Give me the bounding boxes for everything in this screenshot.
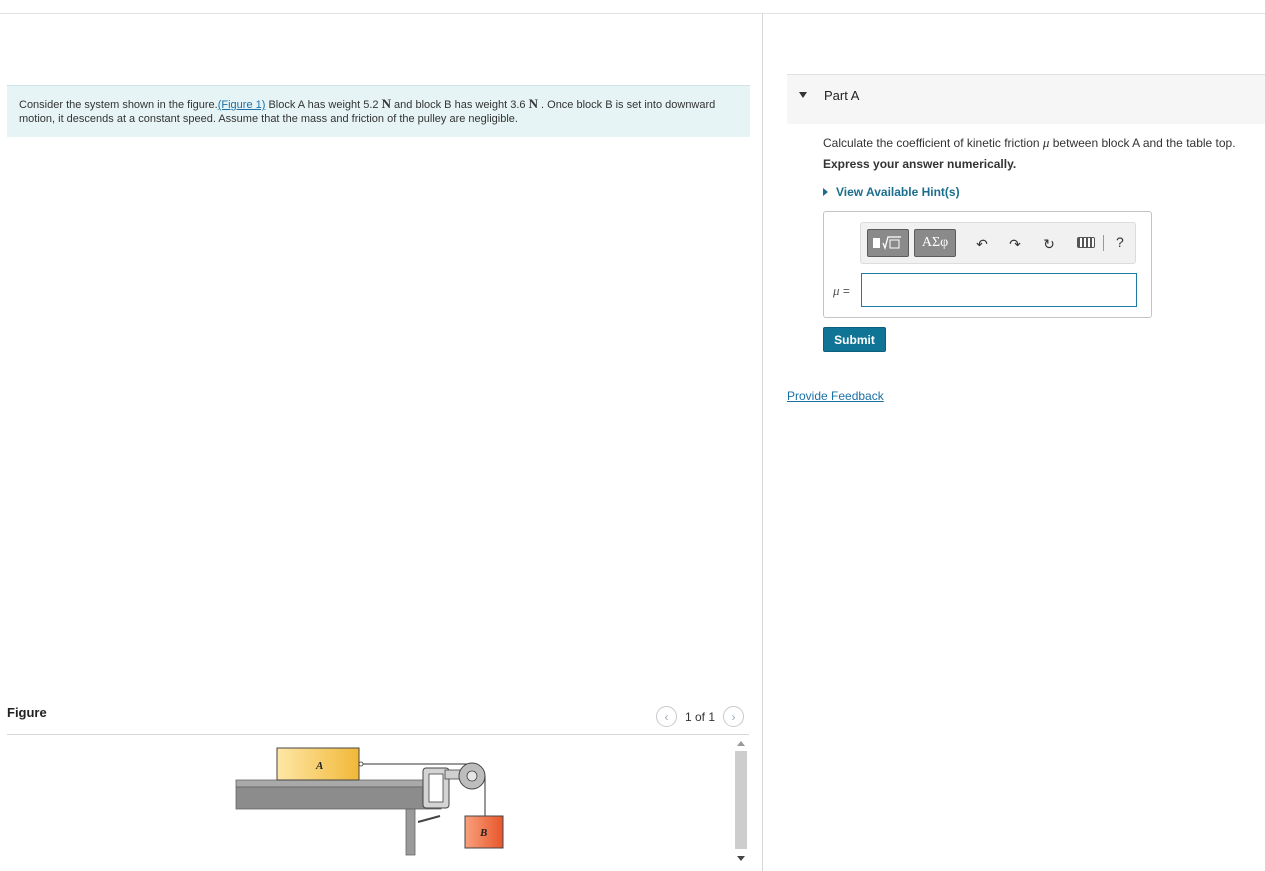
question-text: Calculate the coefficient of kinetic fri…: [823, 135, 1236, 151]
unit-newton-a: N: [381, 96, 391, 111]
math-toolbar: ΑΣφ ↶ ↷ ↻ ?: [860, 222, 1136, 264]
figure-rule: [7, 734, 749, 735]
hints-label: View Available Hint(s): [836, 185, 960, 199]
question-before: Calculate the coefficient of kinetic fri…: [823, 136, 1043, 150]
figure-title: Figure: [7, 705, 47, 720]
scroll-down-arrow-icon[interactable]: [737, 856, 745, 861]
caret-right-icon: [823, 188, 828, 196]
greek-symbols-button[interactable]: ΑΣφ: [914, 229, 956, 257]
figure-link[interactable]: (Figure 1): [218, 99, 266, 111]
table-top: [235, 779, 442, 788]
figure-scrollbar[interactable]: [733, 737, 749, 871]
help-icon[interactable]: ?: [1116, 234, 1124, 250]
figure-page-count: 1 of 1: [685, 709, 716, 724]
figure-illustration: A B: [235, 747, 504, 856]
answer-instruction: Express your answer numerically.: [823, 157, 1017, 171]
scroll-thumb[interactable]: [735, 751, 747, 849]
keyboard-icon[interactable]: [1077, 237, 1095, 248]
templates-icon[interactable]: [867, 229, 909, 257]
block-a-label: A: [315, 760, 323, 772]
problem-statement: Consider the system shown in the figure.…: [7, 85, 750, 137]
pulley-hub: [466, 770, 478, 782]
caret-down-icon[interactable]: [799, 92, 807, 98]
undo-icon[interactable]: ↶: [973, 235, 991, 253]
question-after: between block A and the table top.: [1049, 136, 1236, 150]
chevron-left-icon[interactable]: ‹: [656, 706, 677, 727]
toolbar-separator: [1103, 235, 1104, 251]
scroll-up-arrow-icon[interactable]: [737, 741, 745, 746]
table-edge: [235, 786, 442, 810]
reset-icon[interactable]: ↻: [1040, 235, 1058, 253]
part-a-title: Part A: [824, 88, 860, 103]
panel-divider: [762, 13, 763, 871]
part-a-header[interactable]: Part A: [787, 74, 1265, 124]
chevron-right-icon[interactable]: ›: [723, 706, 745, 727]
answer-box: ΑΣφ ↶ ↷ ↻ ? μ =: [823, 211, 1152, 318]
block-b-label: B: [479, 827, 487, 839]
submit-button[interactable]: Submit: [823, 327, 886, 352]
clamp-screw: [417, 815, 441, 823]
answer-input[interactable]: [861, 273, 1137, 307]
table-leg: [405, 808, 416, 856]
provide-feedback-link[interactable]: Provide Feedback: [787, 389, 884, 403]
answer-equals: =: [839, 284, 850, 298]
clamp-inner: [428, 773, 444, 803]
problem-text-a: Block A has weight 5.2: [265, 99, 382, 111]
answer-label: μ =: [833, 283, 850, 299]
view-hints-link[interactable]: View Available Hint(s): [823, 185, 960, 199]
unit-newton-b: N: [528, 96, 538, 111]
problem-text-b: and block B has weight 3.6: [390, 99, 529, 111]
top-rule: [0, 13, 1265, 14]
problem-text-intro: Consider the system shown in the figure.: [19, 99, 218, 111]
string-knot: [358, 761, 364, 767]
figure-pager: ‹ 1 of 1 ›: [656, 706, 745, 727]
redo-icon[interactable]: ↷: [1006, 235, 1024, 253]
